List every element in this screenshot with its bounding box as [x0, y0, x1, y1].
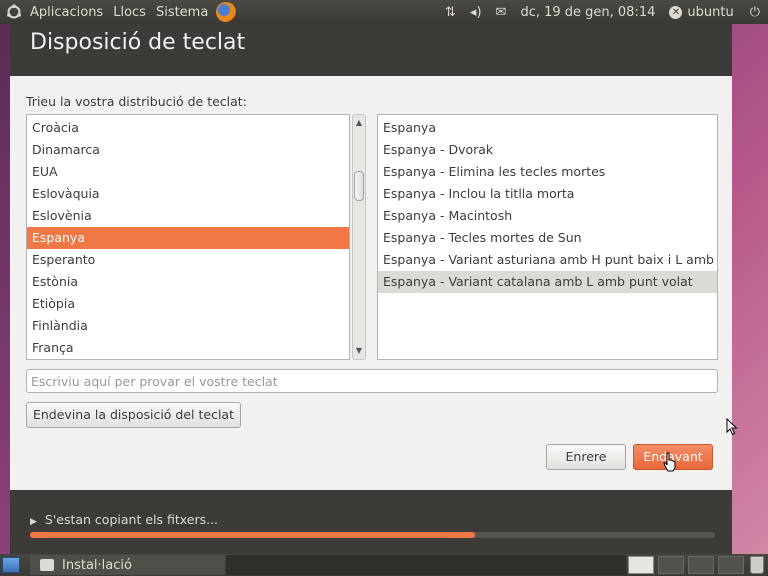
menu-applications[interactable]: Aplicacions [30, 5, 103, 20]
window-header: Disposició de teclat [10, 24, 732, 76]
layout-item[interactable]: EUA [27, 161, 349, 183]
layout-item[interactable]: Etiòpia [27, 293, 349, 315]
bottom-panel: Instal·lació [0, 554, 768, 576]
top-panel: Aplicacions Llocs Sistema ⇅ ◂) ✉ dc, 19 … [0, 0, 768, 24]
workspace-1[interactable] [628, 556, 654, 574]
ubuntu-logo-icon[interactable] [6, 4, 22, 20]
variant-item[interactable]: Espanya - Elimina les tecles mortes [378, 161, 717, 183]
scroll-up-icon[interactable]: ▲ [353, 117, 365, 129]
layout-item-selected[interactable]: Espanya [27, 227, 349, 249]
variant-item[interactable]: Espanya [378, 117, 717, 139]
network-arrows-icon[interactable]: ⇅ [445, 5, 456, 20]
taskbar-empty-area [226, 555, 626, 575]
speaker-icon[interactable]: ◂) [470, 5, 482, 20]
copy-status[interactable]: ▶ S'estan copiant els fitxers... [30, 512, 218, 527]
variant-item[interactable]: Espanya - Inclou la titlla morta [378, 183, 717, 205]
layout-prompt: Trieu la vostra distribució de teclat: [26, 94, 247, 109]
layout-item[interactable]: Eslovàquia [27, 183, 349, 205]
layout-item[interactable]: Dinamarca [27, 139, 349, 161]
layout-item[interactable]: Finlàndia [27, 315, 349, 337]
workspace-4[interactable] [718, 556, 744, 574]
page-title: Disposició de teclat [30, 30, 246, 55]
variant-item[interactable]: Espanya - Variant asturiana amb H punt b… [378, 249, 717, 271]
firefox-icon[interactable] [216, 2, 237, 22]
keyboard-test-input[interactable] [26, 369, 718, 393]
trash-icon[interactable] [750, 556, 764, 574]
installer-icon [40, 559, 54, 571]
layout-list-scrollbar[interactable]: ▲ ▼ [352, 114, 366, 360]
copy-status-text: S'estan copiant els fitxers... [44, 512, 219, 527]
menu-places[interactable]: Llocs [113, 5, 146, 20]
window-body: Trieu la vostra distribució de teclat: C… [10, 76, 732, 490]
layout-item[interactable]: Esperanto [27, 249, 349, 271]
workspace-3[interactable] [688, 556, 714, 574]
variant-item-selected[interactable]: Espanya - Variant catalana amb L amb pun… [378, 271, 717, 293]
progress-area: ▶ S'estan copiant els fitxers... [10, 490, 732, 554]
layout-item[interactable]: Estònia [27, 271, 349, 293]
layout-item[interactable]: Eslovènia [27, 205, 349, 227]
show-desktop-icon[interactable] [2, 557, 20, 573]
user-menu[interactable]: ✕ ubuntu [669, 4, 734, 20]
user-icon: ✕ [669, 5, 683, 19]
layout-list[interactable]: Croàcia Dinamarca EUA Eslovàquia Eslovèn… [26, 114, 350, 360]
variant-list[interactable]: Espanya Espanya - Dvorak Espanya - Elimi… [377, 114, 718, 360]
variant-item[interactable]: Espanya - Macintosh [378, 205, 717, 227]
expander-triangle-icon[interactable]: ▶ [30, 517, 37, 527]
layout-item[interactable]: Croàcia [27, 117, 349, 139]
progress-bar [30, 532, 715, 538]
envelope-icon[interactable]: ✉ [496, 5, 507, 20]
scroll-down-icon[interactable]: ▼ [353, 345, 365, 357]
taskbar-installer[interactable]: Instal·lació [30, 555, 225, 575]
scroll-thumb[interactable] [354, 171, 364, 201]
layout-item[interactable]: França [27, 337, 349, 359]
back-button[interactable]: Enrere [546, 444, 626, 470]
workspace-2[interactable] [658, 556, 684, 574]
variant-item[interactable]: Espanya - Dvorak [378, 139, 717, 161]
variant-item[interactable]: Espanya - Tecles mortes de Sun [378, 227, 717, 249]
guess-layout-button[interactable]: Endevina la disposició del teclat [26, 402, 241, 428]
taskbar-label: Instal·lació [62, 557, 132, 573]
progress-bar-fill [30, 532, 476, 538]
user-name: ubuntu [687, 4, 734, 20]
menu-system[interactable]: Sistema [156, 5, 208, 20]
clock[interactable]: dc, 19 de gen, 08:14 [520, 5, 655, 20]
power-icon[interactable]: ⏻ [750, 5, 760, 20]
